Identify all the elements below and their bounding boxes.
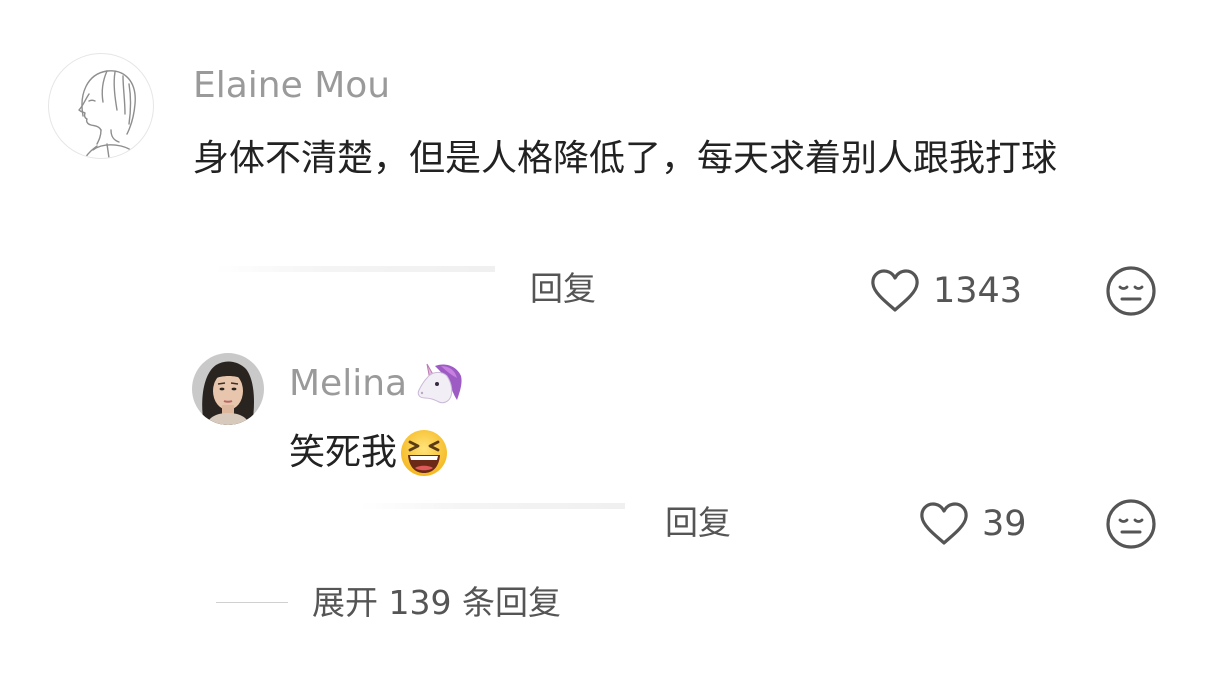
heart-outline-icon[interactable] bbox=[868, 268, 922, 314]
faded-metadata bbox=[215, 266, 495, 272]
like-count: 39 bbox=[982, 504, 1027, 544]
watermark bbox=[955, 650, 1195, 686]
reply-text: 笑死我 bbox=[289, 432, 398, 473]
unicorn-emoji-icon bbox=[413, 360, 465, 408]
photo-avatar-icon bbox=[192, 353, 264, 425]
sketch-portrait-avatar-icon bbox=[78, 70, 140, 158]
neutral-face-icon[interactable] bbox=[1105, 498, 1157, 550]
reply-avatar[interactable] bbox=[192, 353, 264, 425]
like-count: 1343 bbox=[933, 271, 1023, 311]
neutral-face-icon[interactable] bbox=[1105, 265, 1157, 317]
heart-outline-icon[interactable] bbox=[917, 501, 971, 547]
expand-replies-button[interactable]: 展开 139 条回复 bbox=[312, 580, 561, 626]
reply-author[interactable]: Melina bbox=[289, 360, 407, 408]
laughing-face-emoji-icon bbox=[399, 428, 449, 478]
faded-metadata bbox=[360, 503, 625, 509]
reply-button[interactable]: 回复 bbox=[665, 500, 731, 546]
comment-avatar[interactable] bbox=[48, 53, 154, 159]
reply-author-row[interactable]: Melina bbox=[289, 360, 465, 408]
reply-button[interactable]: 回复 bbox=[530, 266, 596, 312]
expand-divider bbox=[216, 602, 288, 603]
comment-text: 身体不清楚，但是人格降低了，每天求着别人跟我打球 bbox=[193, 138, 1058, 179]
reply-text-row: 笑死我 bbox=[289, 425, 449, 481]
comment-author[interactable]: Elaine Mou bbox=[193, 62, 390, 110]
